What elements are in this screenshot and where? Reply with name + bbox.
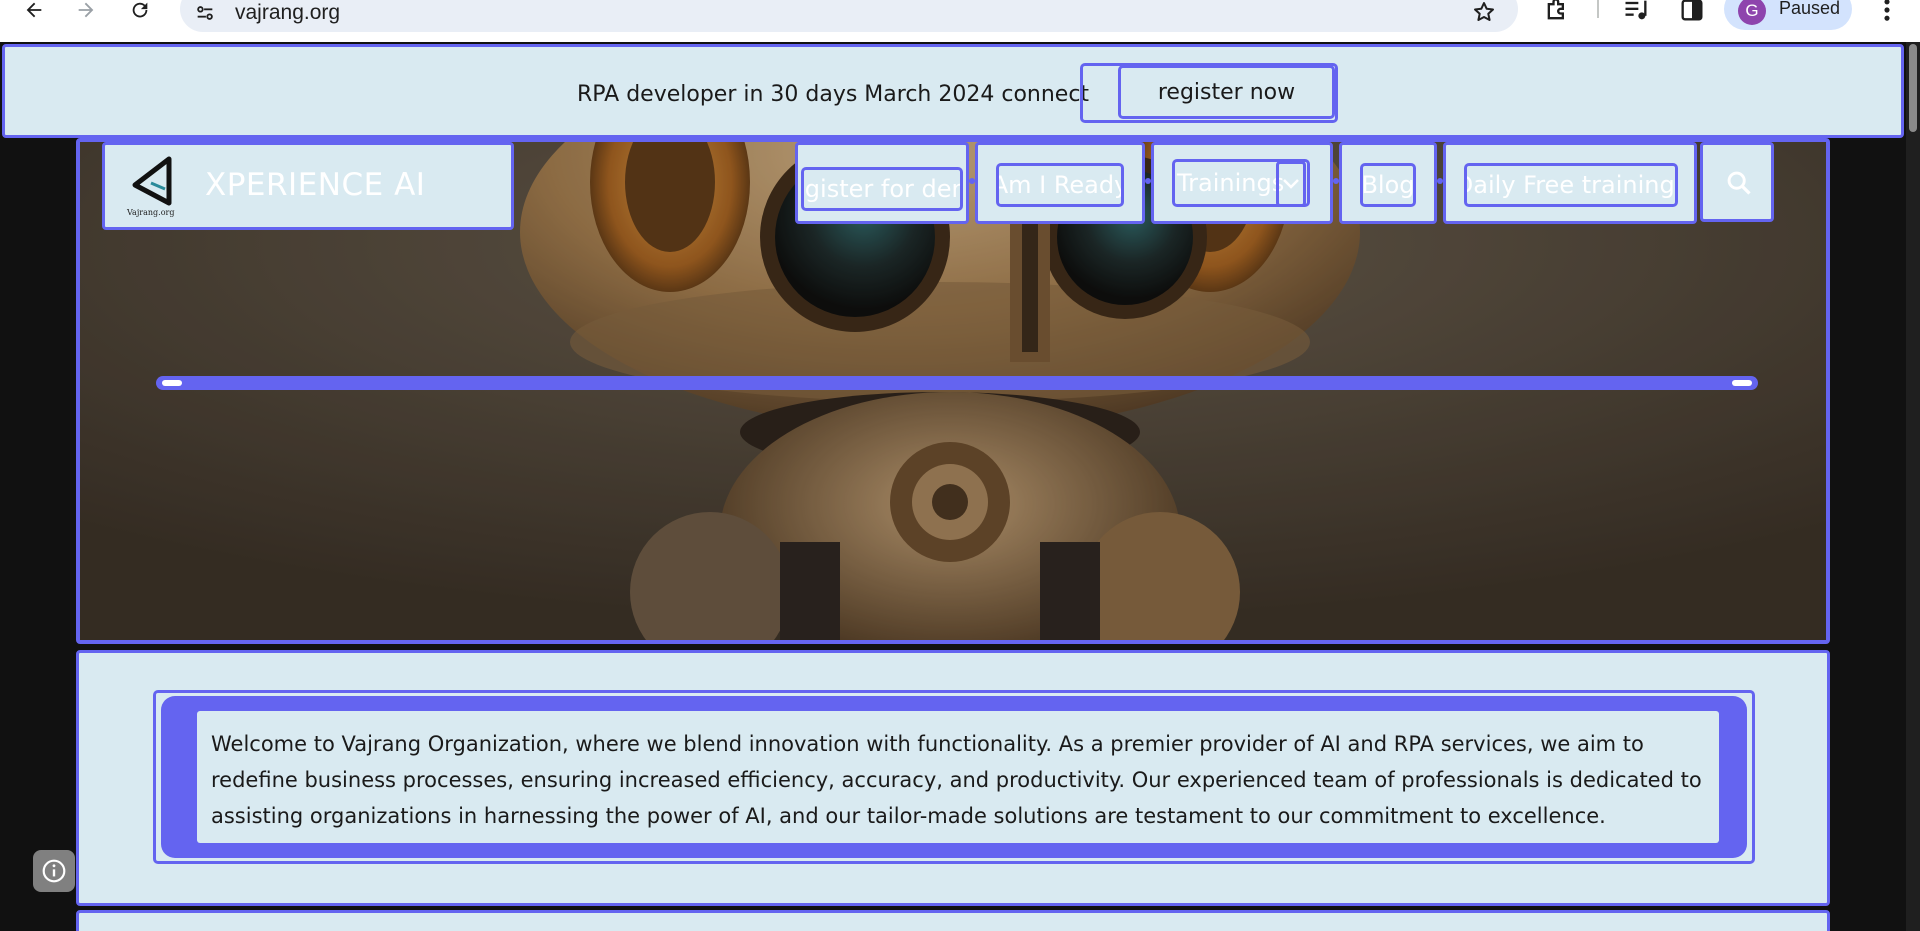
extensions-puzzle-icon[interactable] <box>1543 0 1571 24</box>
site-logo[interactable]: Vajrang.org XPERIENCE AI <box>102 142 514 230</box>
register-now-button[interactable]: register now <box>1118 65 1335 119</box>
announcement-bar: RPA developer in 30 days March 2024 conn… <box>2 44 1904 138</box>
daily-free-trainings-link[interactable]: Daily Free trainings <box>1464 163 1678 207</box>
info-icon <box>42 859 66 883</box>
chevron-down-icon <box>1283 179 1299 189</box>
announcement-message: RPA developer in 30 days March 2024 conn… <box>577 82 1090 107</box>
browser-toolbar: vajrang.org G Paused <box>0 0 1920 42</box>
register-for-demo-link[interactable]: Register for demo <box>801 167 963 211</box>
back-arrow-icon[interactable] <box>16 0 52 20</box>
welcome-outer-frame: Welcome to Vajrang Organization, where w… <box>153 690 1755 864</box>
trainings-dropdown-toggle[interactable] <box>1276 161 1306 207</box>
toolbar-separator <box>1597 0 1599 18</box>
menu-item-register-demo: Register for demo <box>795 142 969 224</box>
reload-icon[interactable] <box>122 0 158 20</box>
search-icon <box>1727 171 1751 195</box>
menu-item-trainings: Trainings <box>1151 142 1333 224</box>
site-title[interactable]: XPERIENCE AI <box>205 167 425 203</box>
slider-prev-handle[interactable] <box>162 380 182 386</box>
avatar: G <box>1738 0 1766 25</box>
page-viewport: RPA developer in 30 days March 2024 conn… <box>0 42 1906 931</box>
hero-banner: Vajrang.org XPERIENCE AI Register for de… <box>76 138 1830 644</box>
info-button[interactable] <box>33 850 75 892</box>
profile-button[interactable]: G Paused <box>1724 0 1852 30</box>
page-scrollbar[interactable] <box>1906 42 1920 931</box>
profile-status-label: Paused <box>1779 0 1841 18</box>
welcome-text: Welcome to Vajrang Organization, where w… <box>197 711 1719 843</box>
blog-link[interactable]: Blog <box>1360 163 1416 207</box>
search-button[interactable] <box>1700 142 1774 222</box>
welcome-inner-frame: Welcome to Vajrang Organization, where w… <box>161 696 1747 858</box>
next-section <box>76 910 1830 931</box>
menu-item-daily-free-trainings: Daily Free trainings <box>1443 142 1697 224</box>
scrollbar-thumb[interactable] <box>1909 44 1917 132</box>
address-bar[interactable]: vajrang.org <box>180 0 1518 32</box>
media-controls-icon[interactable] <box>1622 0 1650 24</box>
logo-caption: Vajrang.org <box>127 208 175 217</box>
hero-slider-track[interactable] <box>156 376 1758 390</box>
menu-item-am-i-ready: Am I Ready <box>975 142 1145 224</box>
welcome-section: Welcome to Vajrang Organization, where w… <box>76 650 1830 906</box>
bookmark-star-icon[interactable] <box>1472 0 1496 24</box>
browser-menu-icon[interactable] <box>1877 0 1897 24</box>
url-text[interactable]: vajrang.org <box>235 1 340 25</box>
am-i-ready-link[interactable]: Am I Ready <box>996 163 1124 207</box>
side-panel-icon[interactable] <box>1678 0 1706 24</box>
slider-next-handle[interactable] <box>1732 380 1752 386</box>
site-settings-icon[interactable] <box>194 2 216 24</box>
forward-arrow-icon[interactable] <box>68 0 104 20</box>
menu-item-blog: Blog <box>1339 142 1437 224</box>
vajrang-logo-icon <box>132 156 172 206</box>
